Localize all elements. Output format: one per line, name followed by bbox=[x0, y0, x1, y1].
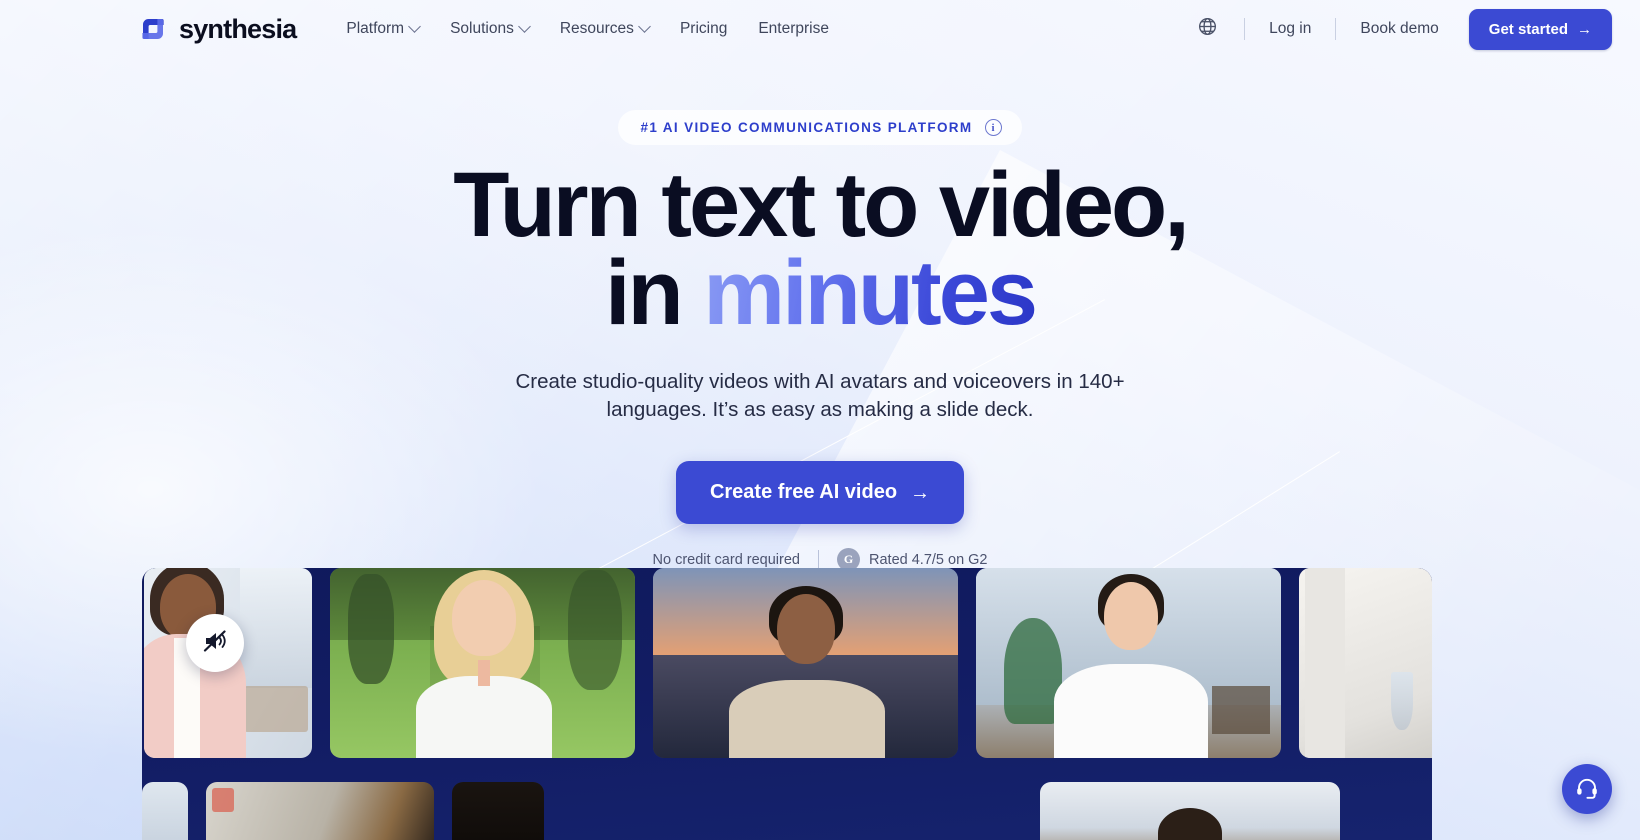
avatar-video-city-woman[interactable] bbox=[976, 568, 1281, 758]
page-root: synthesia Platform Solutions Resources P… bbox=[0, 0, 1640, 840]
login-link[interactable]: Log in bbox=[1255, 12, 1325, 46]
arrow-right-icon: → bbox=[1577, 20, 1592, 38]
showcase-row-bottom bbox=[142, 782, 1432, 840]
nav-label-platform: Platform bbox=[346, 20, 405, 37]
avatar-video-thumb-1[interactable] bbox=[206, 782, 434, 840]
nav-label-resources: Resources bbox=[559, 20, 634, 37]
nav-item-platform[interactable]: Platform bbox=[332, 12, 433, 46]
primary-nav: Platform Solutions Resources Pricing Ent… bbox=[332, 12, 843, 46]
create-free-ai-video-label: Create free AI video bbox=[709, 481, 898, 504]
headline-accent-word: minutes bbox=[703, 242, 1038, 345]
mute-button[interactable] bbox=[186, 614, 244, 672]
language-selector[interactable] bbox=[1190, 12, 1224, 46]
showcase-row-top bbox=[142, 568, 1432, 758]
chevron-down-icon bbox=[638, 19, 651, 33]
avatar-video-garden-woman[interactable] bbox=[330, 568, 635, 758]
avatar-video-showcase bbox=[142, 568, 1432, 840]
hero-badge-text: #1 AI VIDEO COMMUNICATIONS PLATFORM bbox=[640, 120, 973, 135]
avatar-video-thumb-3[interactable] bbox=[1040, 782, 1340, 840]
hero-subtitle: Create studio-quality videos with AI ava… bbox=[500, 368, 1140, 425]
chevron-down-icon bbox=[408, 19, 421, 33]
avatar-video-thumb-edge[interactable] bbox=[142, 782, 188, 840]
nav-item-solutions[interactable]: Solutions bbox=[436, 12, 543, 46]
no-credit-card-text: No credit card required bbox=[652, 551, 801, 568]
info-icon[interactable]: i bbox=[984, 119, 1002, 136]
headset-icon bbox=[1574, 775, 1600, 804]
nav-label-pricing: Pricing bbox=[679, 20, 728, 37]
trust-divider bbox=[818, 549, 819, 570]
avatar-video-thumb-2[interactable] bbox=[452, 782, 544, 840]
hero-badge[interactable]: #1 AI VIDEO COMMUNICATIONS PLATFORM i bbox=[618, 110, 1022, 145]
header-actions: Log in Book demo Get started → bbox=[1190, 8, 1612, 50]
nav-label-solutions: Solutions bbox=[450, 20, 514, 37]
arrow-right-icon: → bbox=[910, 481, 931, 504]
mute-speaker-icon bbox=[202, 628, 228, 659]
get-started-label: Get started bbox=[1488, 20, 1568, 38]
headline-line-2-prefix: in bbox=[604, 242, 704, 345]
nav-item-enterprise[interactable]: Enterprise bbox=[744, 12, 843, 46]
brand-logo[interactable]: synthesia bbox=[138, 13, 297, 45]
create-free-ai-video-button[interactable]: Create free AI video → bbox=[675, 461, 965, 525]
header-divider bbox=[1244, 18, 1246, 40]
g2-rating-text: Rated 4.7/5 on G2 bbox=[869, 551, 988, 568]
globe-icon bbox=[1197, 16, 1218, 42]
avatar-video-interior[interactable] bbox=[1299, 568, 1432, 758]
get-started-button[interactable]: Get started → bbox=[1468, 8, 1612, 50]
support-button[interactable] bbox=[1562, 764, 1612, 814]
avatar-video-rooftop-man[interactable] bbox=[653, 568, 958, 758]
page-title: Turn text to video, in minutes bbox=[0, 159, 1640, 339]
synthesia-logo-icon bbox=[138, 14, 168, 44]
book-demo-link[interactable]: Book demo bbox=[1346, 12, 1452, 46]
headline-line-1: Turn text to video, bbox=[453, 154, 1190, 256]
avatar-video-office-woman[interactable] bbox=[144, 568, 312, 758]
hero-section: #1 AI VIDEO COMMUNICATIONS PLATFORM i Tu… bbox=[0, 58, 1640, 572]
brand-name: synthesia bbox=[179, 13, 297, 44]
nav-label-enterprise: Enterprise bbox=[758, 20, 829, 37]
nav-item-resources[interactable]: Resources bbox=[546, 12, 663, 46]
hero-subtitle-line-1: Create studio-quality videos with AI ava… bbox=[515, 369, 1073, 393]
site-header: synthesia Platform Solutions Resources P… bbox=[0, 0, 1640, 58]
header-divider bbox=[1335, 18, 1337, 40]
nav-item-pricing[interactable]: Pricing bbox=[666, 12, 741, 46]
chevron-down-icon bbox=[517, 19, 531, 33]
